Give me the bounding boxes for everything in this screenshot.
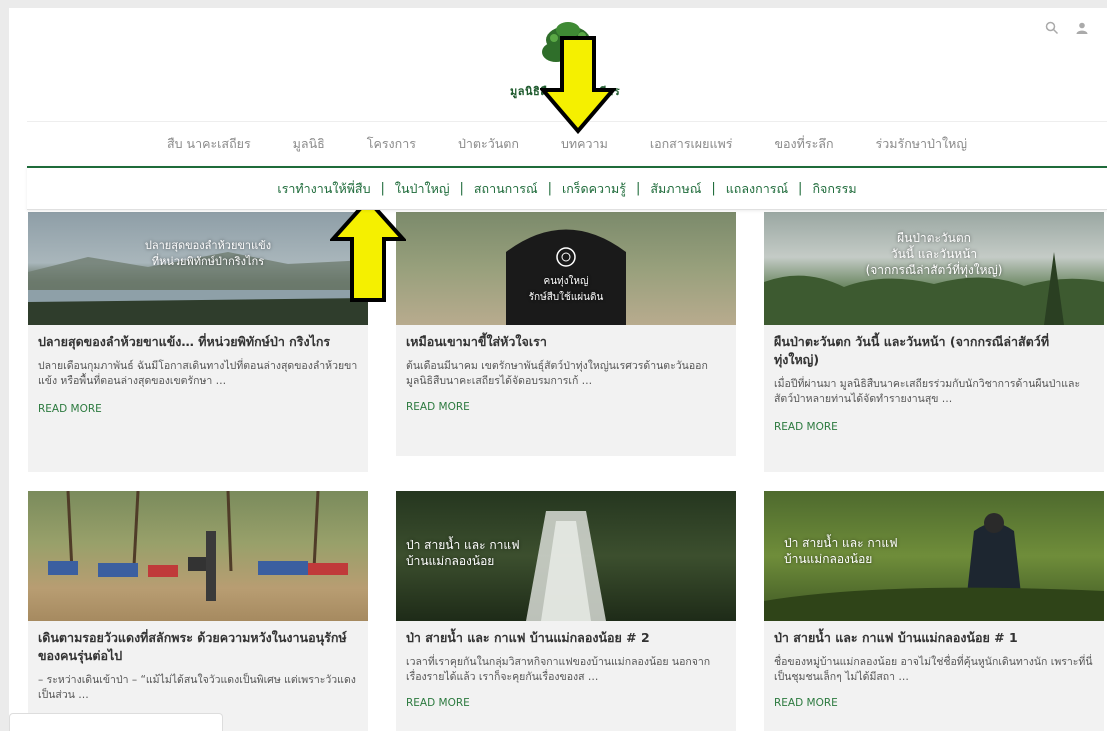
article-title[interactable]: ป่า สายน้ำ และ กาแฟ บ้านแม่กลองน้อย # 1 (764, 621, 1104, 647)
article-thumbnail[interactable]: ปลายสุดของลำห้วยขาแข้ง ที่หน่วยพิทักษ์ป่า… (28, 212, 368, 325)
article-title[interactable]: ป่า สายน้ำ และ กาแฟ บ้านแม่กลองน้อย # 2 (396, 621, 736, 647)
nav-item-support[interactable]: ร่วมรักษาป่าใหญ่ (855, 134, 988, 154)
article-thumbnail[interactable]: ป่า สายน้ำ และ กาแฟ บ้านแม่กลองน้อย (396, 491, 736, 621)
read-more-link[interactable]: READ MORE (396, 389, 736, 413)
article-thumbnail[interactable]: ป่า สายน้ำ และ กาแฟ บ้านแม่กลองน้อย (764, 491, 1104, 621)
bottom-widget-tab[interactable] (9, 713, 223, 731)
subnav-item-knowledge[interactable]: เกร็ดความรู้ (552, 179, 636, 199)
nav-item-publications[interactable]: เอกสารเผยแพร่ (629, 134, 754, 154)
article-thumbnail[interactable]: คนทุ่งใหญ่ รักษ์สืบใช้แผ่นดิน (396, 212, 736, 325)
article-excerpt: เวลาที่เราคุยกันในกลุ่มวิสาหกิจกาแฟของบ้… (406, 656, 711, 683)
read-more-link[interactable]: READ MORE (764, 407, 1104, 433)
thumbnail-caption: คนทุ่งใหญ่ รักษ์สืบใช้แผ่นดิน (528, 276, 604, 303)
article-thumbnail[interactable]: ผืนป่าตะวันตก วันนี้ และวันหน้า (จากกรณีล่… (764, 212, 1104, 325)
article-card[interactable]: คนทุ่งใหญ่ รักษ์สืบใช้แผ่นดิน เหมือนเขามา… (396, 212, 736, 456)
search-icon[interactable] (1045, 20, 1059, 35)
article-excerpt: ปลายเดือนกุมภาพันธ์ ฉันมีโอกาสเดินทางไปท… (38, 360, 358, 387)
nav-item-articles[interactable]: บทความ (540, 134, 629, 154)
user-icon[interactable] (1075, 20, 1089, 34)
subnav-item-in-forest[interactable]: ในป่าใหญ่ (385, 179, 460, 199)
article-title[interactable]: เหมือนเขามาขี้ใส่หัวใจเรา (396, 325, 736, 351)
subnav-item-interview[interactable]: สัมภาษณ์ (640, 179, 711, 199)
nav-item-foundation[interactable]: มูลนิธิ (272, 134, 346, 154)
nav-item-souvenirs[interactable]: ของที่ระลึก (753, 134, 854, 154)
subnav-item-activities[interactable]: กิจกรรม (802, 179, 866, 199)
subnav-item-work[interactable]: เราทำงานให้พี่สืบ (267, 179, 380, 199)
read-more-link[interactable]: READ MORE (28, 389, 368, 415)
read-more-link[interactable]: READ MORE (764, 685, 1104, 709)
article-card[interactable]: ผืนป่าตะวันตก วันนี้ และวันหน้า (จากกรณีล่… (764, 212, 1104, 472)
article-card[interactable]: ปลายสุดของลำห้วยขาแข้ง ที่หน่วยพิทักษ์ป่า… (28, 212, 368, 472)
article-excerpt: ต้นเดือนมีนาคม เขตรักษาพันธุ์สัตว์ป่าทุ่… (406, 360, 708, 387)
article-card[interactable]: เดินตามรอยวัวแดงที่สลักพระ ด้วยความหวังใ… (28, 491, 368, 731)
subnav-item-situation[interactable]: สถานการณ์ (464, 179, 548, 199)
article-thumbnail[interactable] (28, 491, 368, 621)
article-title[interactable]: ผืนป่าตะวันตก วันนี้ และวันหน้า (จากกรณี… (764, 325, 1104, 369)
article-excerpt: เมื่อปีที่ผ่านมา มูลนิธิสืบนาคะเสถียรร่ว… (774, 378, 1081, 405)
subnav-item-statement[interactable]: แถลงการณ์ (716, 179, 798, 199)
thumbnail-caption: ป่า สายน้ำ และ กาแฟ บ้านแม่กลองน้อย (784, 536, 898, 566)
header-tools (1045, 20, 1089, 35)
article-title[interactable]: เดินตามรอยวัวแดงที่สลักพระ ด้วยความหวังใ… (28, 621, 368, 665)
article-title[interactable]: ปลายสุดของลำห้วยขาแข้ง… ที่หน่วยพิทักษ์ป… (28, 325, 368, 351)
article-excerpt: ชื่อของหมู่บ้านแม่กลองน้อย อาจไม่ใช่ชื่อ… (774, 656, 1093, 683)
nav-item-seub[interactable]: สืบ นาคะเสถียร (146, 134, 272, 154)
sub-navigation: เราทำงานให้พี่สืบ | ในป่าใหญ่ | สถานการณ… (27, 166, 1107, 210)
arrow-up-icon (330, 197, 406, 302)
thumbnail-caption: ปลายสุดของลำห้วยขาแข้ง ที่หน่วยพิทักษ์ป่า… (144, 239, 272, 268)
article-excerpt: – ระหว่างเดินเข้าป่า – “แม้ไม่ได้สนใจวัว… (38, 674, 356, 701)
article-card[interactable]: ป่า สายน้ำ และ กาแฟ บ้านแม่กลองน้อย ป่า ส… (396, 491, 736, 731)
article-card[interactable]: ป่า สายน้ำ และ กาแฟ บ้านแม่กลองน้อย ป่า ส… (764, 491, 1104, 731)
nav-item-western-forest[interactable]: ป่าตะวันตก (437, 134, 540, 154)
nav-item-projects[interactable]: โครงการ (346, 134, 437, 154)
arrow-down-icon (540, 36, 616, 134)
thumbnail-caption: ป่า สายน้ำ และ กาแฟ บ้านแม่กลองน้อย (406, 538, 520, 568)
thumbnail-caption: ผืนป่าตะวันตก วันนี้ และวันหน้า (จากกรณีล่… (865, 231, 1003, 277)
read-more-link[interactable]: READ MORE (396, 685, 736, 709)
